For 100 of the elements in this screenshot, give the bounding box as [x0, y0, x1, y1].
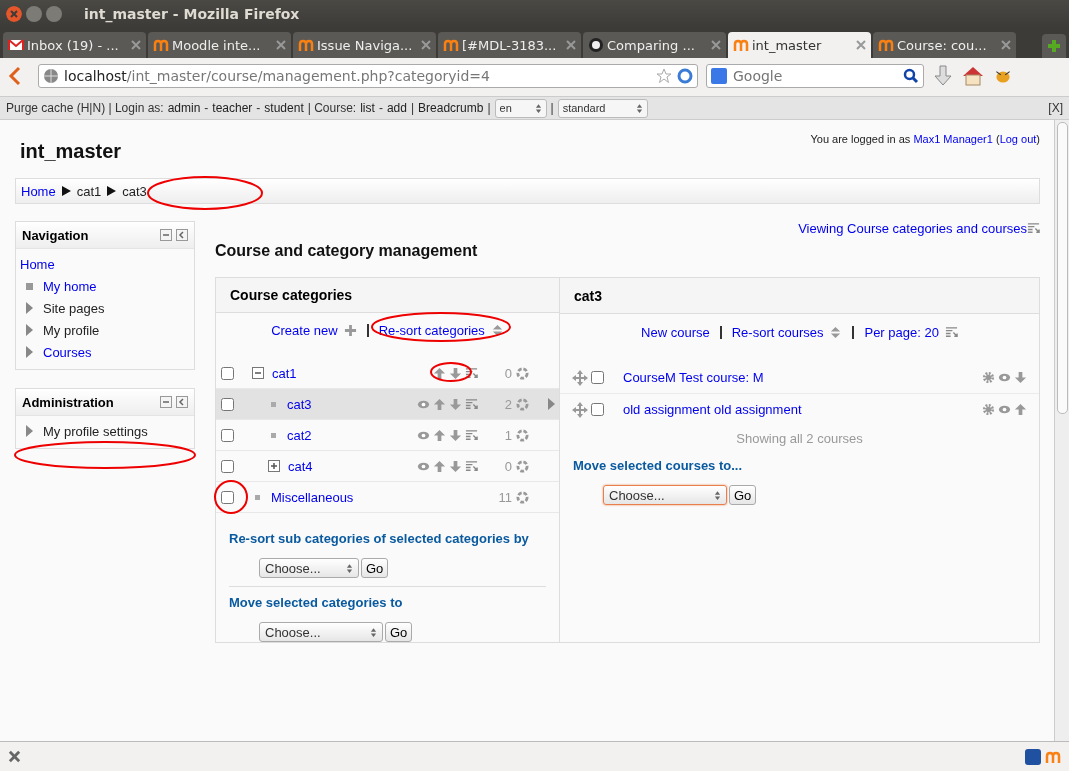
trail-item[interactable]: cat1: [76, 183, 102, 199]
category-row[interactable]: Miscellaneous 11: [216, 482, 559, 513]
category-row[interactable]: cat3 2: [216, 389, 559, 420]
category-row[interactable]: cat4 0: [216, 451, 559, 482]
course-link[interactable]: old assignment old assignment: [623, 402, 979, 417]
down-arrow-icon[interactable]: [449, 397, 462, 411]
toolbar-link[interactable]: teacher: [212, 101, 253, 115]
view-mode-link[interactable]: Viewing Course categories and courses: [798, 221, 1027, 236]
checkbox[interactable]: [591, 403, 604, 416]
move-handle-icon[interactable]: [572, 369, 588, 386]
reload-icon[interactable]: [677, 68, 693, 84]
browser-tab[interactable]: Moodle inte...: [148, 32, 291, 58]
close-tab-icon[interactable]: [856, 40, 866, 50]
search-field[interactable]: Google: [706, 64, 924, 88]
menu-icon[interactable]: [465, 428, 478, 442]
close-icon[interactable]: [8, 750, 21, 763]
create-new-link[interactable]: Create new: [271, 323, 338, 338]
bookmark-star-icon[interactable]: [656, 68, 672, 84]
browser-tab[interactable]: Comparing ...: [583, 32, 726, 58]
menu-icon[interactable]: [465, 459, 478, 473]
up-arrow-icon[interactable]: [433, 366, 446, 380]
close-toolbar-link[interactable]: [X]: [1048, 101, 1063, 115]
down-arrow-icon[interactable]: [1014, 371, 1027, 384]
up-arrow-icon[interactable]: [433, 428, 446, 442]
close-icon[interactable]: [6, 6, 22, 22]
checkbox[interactable]: [221, 459, 234, 473]
toolbar-link[interactable]: student: [264, 101, 304, 115]
back-icon[interactable]: [8, 66, 22, 86]
up-arrow-icon[interactable]: [433, 397, 446, 411]
checkbox[interactable]: [221, 428, 234, 442]
browser-tab[interactable]: [#MDL-3183...: [438, 32, 581, 58]
nav-item[interactable]: My home: [43, 278, 97, 294]
new-course-link[interactable]: New course: [641, 324, 710, 340]
close-tab-icon[interactable]: [711, 40, 721, 50]
menu-icon[interactable]: [465, 397, 478, 411]
resort-courses-link[interactable]: Re-sort courses: [731, 324, 824, 340]
minimize-icon[interactable]: [160, 229, 172, 241]
menu-icon[interactable]: [944, 325, 958, 339]
category-link[interactable]: cat3: [287, 396, 413, 412]
minimize-icon[interactable]: [160, 396, 172, 408]
close-tab-icon[interactable]: [1001, 40, 1011, 50]
user-link[interactable]: Max1 Manager1: [913, 133, 993, 145]
expand-arrow-icon[interactable]: [26, 324, 33, 336]
browser-tab[interactable]: Inbox (19) - ...: [3, 32, 146, 58]
course-link[interactable]: CourseM Test course: M: [623, 370, 979, 385]
settings-icon[interactable]: [982, 403, 995, 416]
search-icon[interactable]: [903, 68, 919, 84]
nav-item[interactable]: My profile: [43, 322, 100, 338]
address-bar[interactable]: localhost/int_master/course/management.php?categoryid=4: [38, 64, 698, 88]
resort-categories-link[interactable]: Re-sort categories: [378, 323, 485, 338]
go-button[interactable]: Go: [385, 622, 413, 642]
category-link[interactable]: Miscellaneous: [271, 489, 474, 505]
dock-icon[interactable]: [176, 229, 188, 241]
close-tab-icon[interactable]: [566, 40, 576, 50]
maximize-icon[interactable]: [46, 6, 62, 22]
menu-icon[interactable]: [465, 366, 478, 380]
logout-link[interactable]: Log out: [999, 133, 1037, 145]
home-icon[interactable]: [962, 65, 984, 87]
nav-item[interactable]: My profile settings: [43, 423, 148, 439]
nav-item[interactable]: Courses: [43, 344, 92, 360]
browser-tab[interactable]: Issue Naviga...: [293, 32, 436, 58]
toolbar-link[interactable]: Breadcrumb: [418, 101, 484, 115]
down-arrow-icon[interactable]: [449, 459, 462, 473]
up-arrow-icon[interactable]: [433, 459, 446, 473]
settings-icon[interactable]: [982, 371, 995, 384]
per-page-link[interactable]: Per page: 20: [864, 324, 939, 340]
close-tab-icon[interactable]: [421, 40, 431, 50]
category-link[interactable]: cat2: [287, 427, 413, 443]
menu-icon[interactable]: [1027, 222, 1040, 235]
dock-icon[interactable]: [176, 396, 188, 408]
browser-tab[interactable]: int_master: [728, 32, 871, 58]
category-link[interactable]: cat1: [272, 365, 429, 381]
eye-icon[interactable]: [998, 371, 1011, 384]
toolbar-link[interactable]: add: [386, 101, 407, 115]
checkbox[interactable]: [221, 490, 234, 504]
expand-arrow-icon[interactable]: [26, 425, 33, 437]
checkbox[interactable]: [221, 397, 234, 411]
toolbar-select[interactable]: standard: [557, 98, 648, 118]
nav-item[interactable]: Site pages: [43, 300, 105, 316]
minimize-icon[interactable]: [26, 6, 42, 22]
collapse-icon[interactable]: [252, 367, 264, 379]
download-icon[interactable]: [932, 65, 954, 87]
toolbar-link[interactable]: admin: [167, 101, 201, 115]
browser-tab[interactable]: Course: cou...: [873, 32, 1016, 58]
select-field[interactable]: Choose...: [259, 558, 359, 578]
select-field[interactable]: Choose...: [259, 622, 383, 642]
move-handle-icon[interactable]: [572, 401, 588, 418]
close-tab-icon[interactable]: [276, 40, 286, 50]
go-button[interactable]: Go: [361, 558, 389, 578]
toolbar-link[interactable]: list: [360, 101, 375, 115]
category-row[interactable]: cat2 1: [216, 420, 559, 451]
trail-item[interactable]: Home: [21, 183, 56, 199]
checkbox[interactable]: [591, 371, 604, 384]
close-tab-icon[interactable]: [131, 40, 141, 50]
eye-icon[interactable]: [998, 403, 1011, 416]
go-button[interactable]: Go: [729, 485, 757, 505]
up-arrow-icon[interactable]: [1014, 403, 1027, 416]
expand-icon[interactable]: [268, 460, 280, 472]
checkbox[interactable]: [221, 366, 234, 380]
down-arrow-icon[interactable]: [449, 366, 462, 380]
